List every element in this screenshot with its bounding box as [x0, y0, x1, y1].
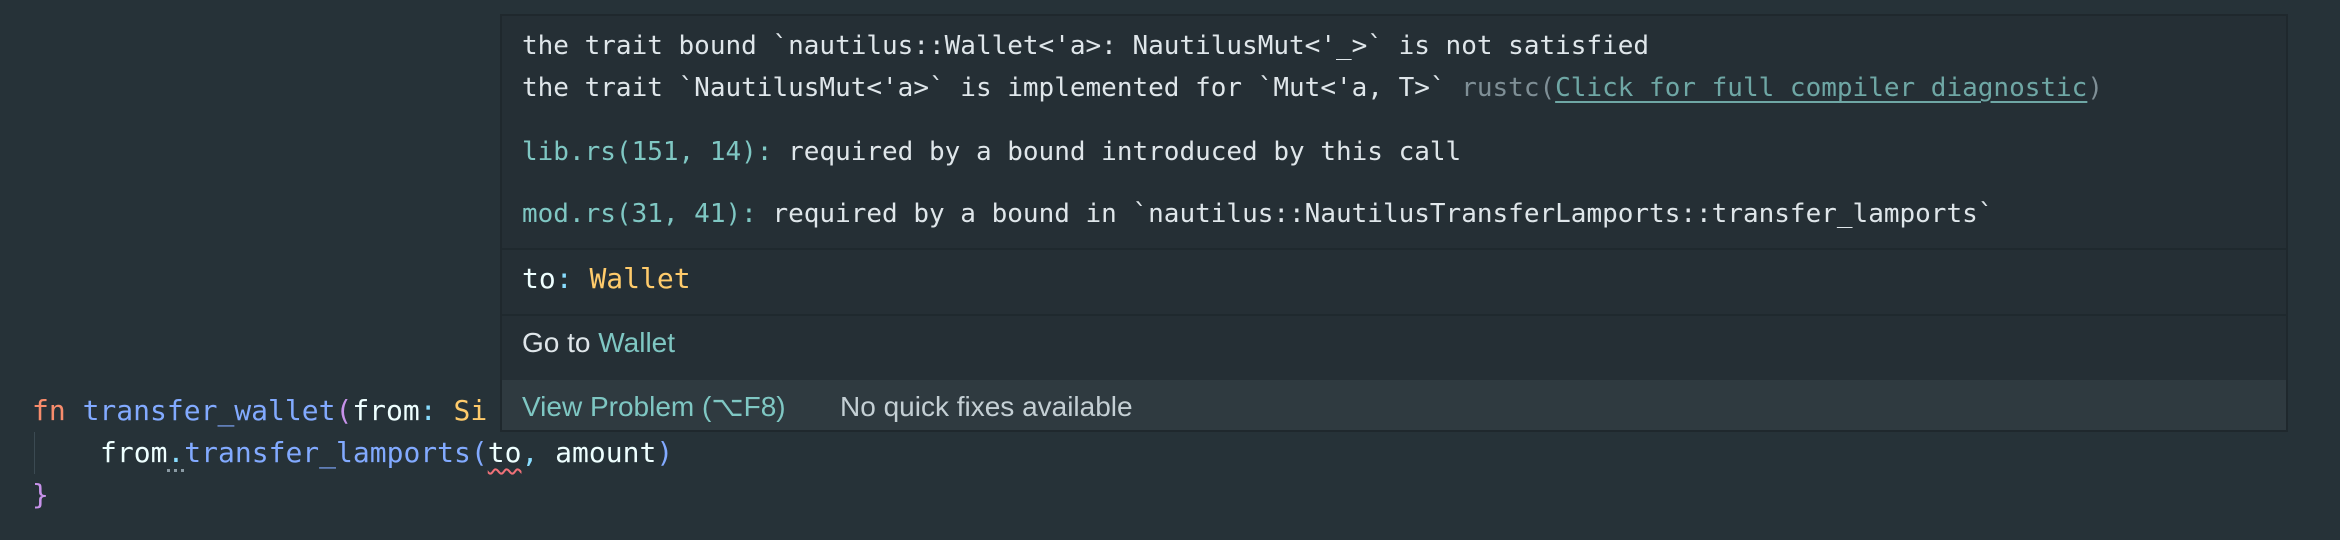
related-location-link[interactable]: lib.rs(151, 14):: [522, 137, 772, 167]
hover-widget[interactable]: the trait bound `nautilus::Wallet<'a>: N…: [500, 14, 2288, 432]
method-dot: .: [167, 436, 185, 472]
related-message: required by a bound introduced by this c…: [772, 137, 1462, 167]
call-close-paren: ): [656, 436, 674, 469]
closing-brace: }: [32, 478, 49, 511]
full-diagnostic-link[interactable]: Click for full compiler diagnostic: [1555, 73, 2087, 103]
code-editor[interactable]: fn transfer_wallet(from: Si from.transfe…: [0, 0, 2340, 540]
param-from: from: [352, 394, 420, 427]
indent-guide: [34, 432, 35, 474]
type-name: Wallet: [589, 262, 691, 295]
related-location-link[interactable]: mod.rs(31, 41):: [522, 199, 757, 229]
view-problem-button[interactable]: View Problem (⌥F8): [522, 380, 786, 430]
function-name: transfer_wallet: [82, 394, 336, 427]
go-to-definition: Go to Wallet: [522, 322, 675, 364]
no-quick-fixes-label: No quick fixes available: [840, 391, 1133, 422]
type-colon: :: [555, 262, 590, 295]
related-info-2: mod.rs(31, 41): required by a bound in `…: [522, 194, 1993, 234]
type-var-name: to: [522, 262, 556, 295]
code-line-2[interactable]: from.transfer_lamports(to, amount): [100, 432, 673, 474]
param-type-fragment: Si: [453, 394, 488, 427]
receiver-from: from: [100, 436, 168, 469]
code-line-1[interactable]: fn transfer_wallet(from: Si: [32, 390, 487, 432]
related-info-1: lib.rs(151, 14): required by a bound int…: [522, 132, 1461, 172]
error-argument-to[interactable]: to: [488, 436, 522, 469]
call-open-paren: (: [470, 436, 488, 469]
error-message-line-1: the trait bound `nautilus::Wallet<'a>: N…: [522, 31, 1650, 61]
rustc-prefix: rustc(: [1461, 73, 1556, 103]
divider: [502, 314, 2286, 316]
type-signature: to: Wallet: [522, 258, 691, 300]
related-message: required by a bound in `nautilus::Nautil…: [756, 199, 1994, 229]
argument-amount: amount: [555, 436, 657, 469]
keyword-fn: fn: [32, 394, 66, 427]
divider: [502, 248, 2286, 250]
goto-prefix: Go to: [522, 327, 599, 358]
arg-comma: ,: [521, 436, 556, 469]
hover-status-bar: View Problem (⌥F8) No quick fixes availa…: [502, 380, 2286, 430]
error-message-line-2: the trait `NautilusMut<'a>` is implement…: [522, 68, 2103, 108]
goto-wallet-link[interactable]: Wallet: [598, 327, 675, 358]
method-call[interactable]: transfer_lamports: [184, 436, 471, 469]
rustc-suffix: ): [2087, 73, 2103, 103]
open-paren: (: [335, 394, 353, 427]
code-line-3[interactable]: }: [32, 474, 49, 516]
param-colon: :: [419, 394, 454, 427]
error-trait-note: the trait `NautilusMut<'a>` is implement…: [522, 73, 1462, 103]
